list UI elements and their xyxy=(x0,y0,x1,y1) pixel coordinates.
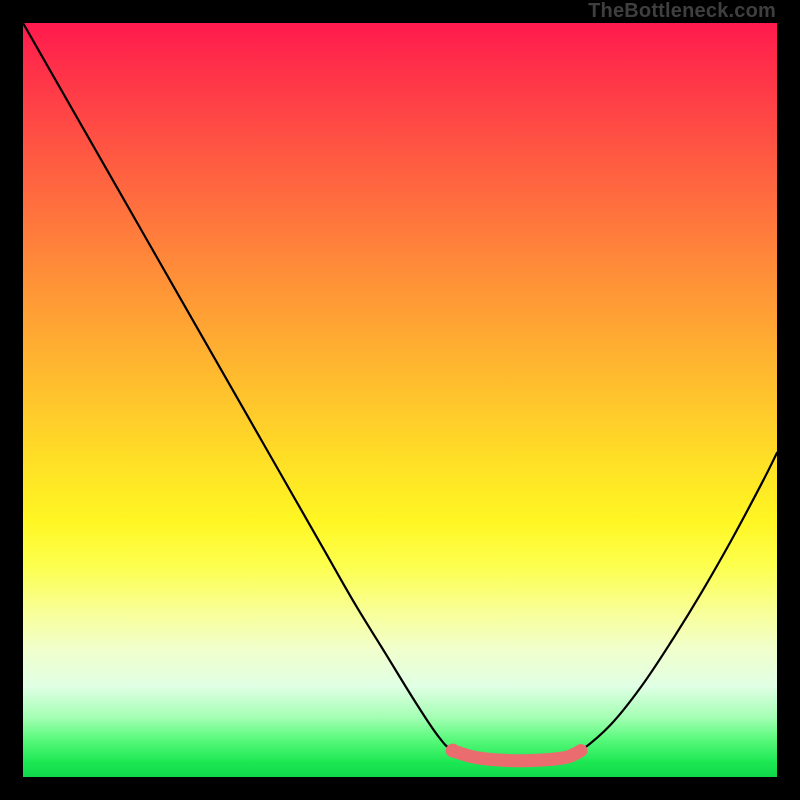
optimal-range-start-dot xyxy=(446,744,460,758)
attribution-label: TheBottleneck.com xyxy=(588,0,776,23)
chart-svg xyxy=(23,23,777,777)
optimal-range-highlight xyxy=(453,751,581,761)
chart-plot-area xyxy=(23,23,777,777)
bottleneck-curve xyxy=(23,23,777,761)
